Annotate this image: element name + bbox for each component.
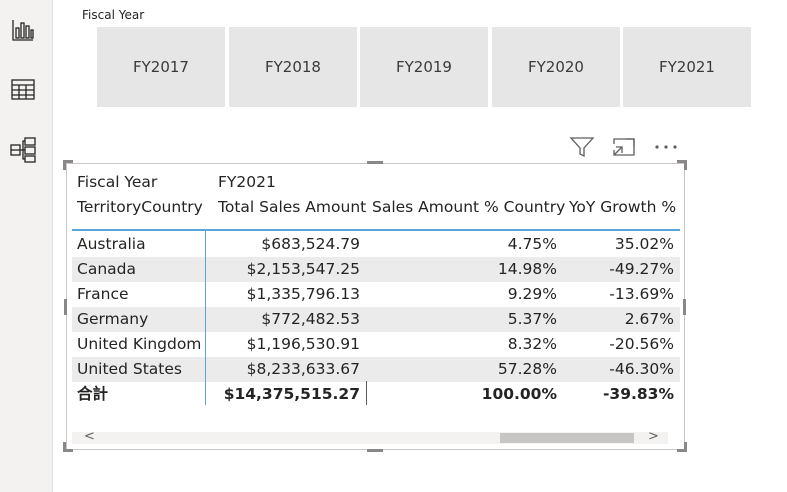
pct-cell: 57.28% — [497, 360, 557, 378]
header-divider — [72, 229, 680, 231]
data-view-icon[interactable] — [10, 77, 36, 103]
sales-cell: $1,196,530.91 — [246, 335, 360, 353]
report-view-icon[interactable] — [10, 17, 36, 43]
total-pct-cell: 100.00% — [481, 385, 557, 403]
resize-handle-bottom[interactable] — [367, 449, 383, 452]
resize-handle-top-right[interactable] — [684, 160, 687, 170]
resize-handle-left[interactable] — [64, 299, 67, 315]
column-header-territory-country[interactable]: TerritoryCountry — [77, 195, 203, 220]
yoy-cell: -49.27% — [609, 260, 674, 278]
scroll-right-arrow[interactable]: > — [648, 429, 659, 444]
slicer-tile-fy2017[interactable]: FY2017 — [97, 27, 225, 107]
pct-cell: 8.32% — [507, 335, 557, 353]
more-options-icon[interactable] — [653, 136, 679, 158]
header-row-measures: TerritoryCountry Total Sales Amount Sale… — [72, 195, 680, 220]
total-yoy-cell: -39.83% — [603, 385, 674, 403]
pct-cell: 5.37% — [507, 310, 557, 328]
column-header-total-sales-amount[interactable]: Total Sales Amount — [218, 195, 366, 220]
column-header-yoy-growth[interactable]: YoY Growth % — [569, 195, 676, 220]
resize-handle-right[interactable] — [683, 299, 686, 315]
total-column-divider — [366, 381, 367, 405]
resize-handle-top-left[interactable] — [63, 160, 66, 170]
pct-cell: 9.29% — [507, 285, 557, 303]
country-cell: United States — [77, 360, 182, 378]
pct-cell: 14.98% — [497, 260, 557, 278]
sales-cell: $772,482.53 — [261, 310, 360, 328]
sales-cell: $8,233,633.67 — [246, 360, 360, 378]
model-view-icon[interactable] — [10, 137, 36, 163]
total-sales-cell: $14,375,515.27 — [223, 385, 360, 403]
view-rail — [0, 0, 53, 492]
column-header-fy2021[interactable]: FY2021 — [218, 170, 276, 195]
table-row[interactable]: United Kingdom $1,196,530.91 8.32% -20.5… — [72, 332, 680, 357]
scrollbar-thumb[interactable] — [500, 433, 634, 443]
yoy-cell: -46.30% — [609, 360, 674, 378]
table-row[interactable]: Germany $772,482.53 5.37% 2.67% — [72, 307, 680, 332]
slicer-title: Fiscal Year — [82, 8, 145, 22]
fiscal-year-slicer: FY2017 FY2018 FY2019 FY2020 FY2021 — [97, 27, 752, 107]
slicer-tile-fy2020[interactable]: FY2020 — [492, 27, 620, 107]
sales-cell: $1,335,796.13 — [246, 285, 360, 303]
column-header-sales-amount-pct-country[interactable]: Sales Amount % Country — [372, 195, 565, 220]
country-cell: Germany — [77, 310, 149, 328]
pct-cell: 4.75% — [507, 235, 557, 253]
yoy-cell: 2.67% — [624, 310, 674, 328]
table-row[interactable]: United States $8,233,633.67 57.28% -46.3… — [72, 357, 680, 382]
resize-handle-bottom-left[interactable] — [63, 442, 66, 452]
table-row[interactable]: Australia $683,524.79 4.75% 35.02% — [72, 232, 680, 257]
country-cell: Canada — [77, 260, 136, 278]
yoy-cell: 35.02% — [614, 235, 674, 253]
slicer-tile-fy2018[interactable]: FY2018 — [229, 27, 357, 107]
total-row[interactable]: 合計 $14,375,515.27 100.00% -39.83% — [72, 382, 680, 407]
sales-cell: $683,524.79 — [261, 235, 360, 253]
header-row-fiscal-year: Fiscal Year FY2021 — [72, 170, 680, 195]
horizontal-scrollbar[interactable]: < > — [72, 429, 668, 444]
resize-handle-top[interactable] — [367, 161, 383, 164]
row-header-divider — [205, 229, 206, 405]
country-cell: United Kingdom — [77, 335, 202, 353]
country-cell: France — [77, 285, 129, 303]
total-label: 合計 — [77, 385, 109, 403]
yoy-cell: -20.56% — [609, 335, 674, 353]
country-cell: Australia — [77, 235, 146, 253]
slicer-tile-fy2021[interactable]: FY2021 — [623, 27, 751, 107]
sales-cell: $2,153,547.25 — [246, 260, 360, 278]
slicer-tile-fy2019[interactable]: FY2019 — [360, 27, 488, 107]
table-row[interactable]: Canada $2,153,547.25 14.98% -49.27% — [72, 257, 680, 282]
yoy-cell: -13.69% — [609, 285, 674, 303]
column-header-fiscal-year[interactable]: Fiscal Year — [77, 170, 157, 195]
focus-mode-icon[interactable] — [611, 136, 637, 158]
table-row[interactable]: France $1,335,796.13 9.29% -13.69% — [72, 282, 680, 307]
scroll-left-arrow[interactable]: < — [84, 429, 95, 444]
resize-handle-bottom-right[interactable] — [684, 442, 687, 452]
filter-icon[interactable] — [569, 136, 595, 158]
